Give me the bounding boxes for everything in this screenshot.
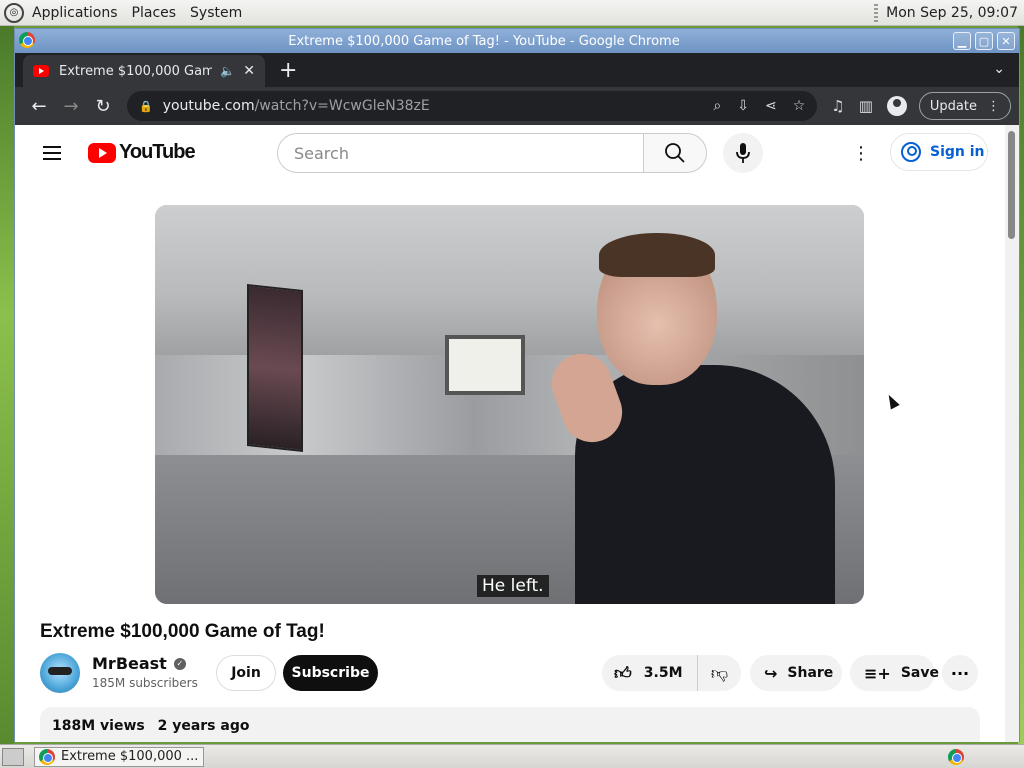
- share-page-icon[interactable]: ⋖: [765, 98, 777, 114]
- close-tab-icon[interactable]: ✕: [243, 63, 255, 79]
- speaker-icon[interactable]: 🔈: [220, 64, 235, 78]
- like-count: 3.5M: [643, 665, 683, 681]
- video-frame-person: [543, 233, 835, 604]
- minimize-icon[interactable]: ▁: [953, 32, 971, 50]
- desktop-background: [0, 26, 14, 744]
- reload-icon[interactable]: ↻: [87, 90, 119, 122]
- like-button[interactable]: 👍︎ 3.5M: [602, 655, 698, 691]
- upload-age: 2 years ago: [157, 718, 250, 734]
- thumbs-up-icon: 👍︎: [614, 663, 632, 684]
- subscriber-count: 185M subscribers: [92, 676, 198, 690]
- youtube-favicon-icon: [33, 65, 49, 77]
- video-caption: He left.: [477, 575, 549, 597]
- search-button[interactable]: [643, 133, 707, 173]
- share-label: Share: [787, 665, 834, 681]
- tray-chrome-icon[interactable]: [948, 748, 964, 765]
- microphone-icon: [736, 143, 750, 163]
- youtube-page: YouTube Search ⋮ Sign in He left. Extrem…: [15, 125, 1019, 742]
- bottom-taskbar: Extreme $100,000 ...: [0, 744, 1024, 768]
- page-scrollbar[interactable]: [1005, 125, 1019, 742]
- view-count: 188M views: [52, 718, 145, 734]
- url-host: youtube.com: [162, 98, 255, 114]
- side-panel-icon[interactable]: ▥: [859, 97, 873, 115]
- distro-logo-icon[interactable]: ◎: [4, 2, 24, 23]
- show-desktop-icon[interactable]: [2, 747, 24, 766]
- channel-avatar[interactable]: [40, 653, 80, 693]
- clock[interactable]: Mon Sep 25, 09:07: [886, 5, 1018, 21]
- tab-search-chevron-icon[interactable]: ⌄: [993, 61, 1005, 77]
- thumbs-down-icon: 👎︎: [710, 663, 729, 684]
- youtube-logo[interactable]: YouTube: [88, 141, 196, 164]
- close-window-icon[interactable]: ✕: [997, 32, 1015, 50]
- maximize-icon[interactable]: ▢: [975, 32, 993, 50]
- chrome-logo-icon: [19, 32, 35, 48]
- new-tab-icon[interactable]: +: [279, 58, 297, 83]
- browser-toolbar: ← → ↻ 🔒 youtube.com /watch?v=WcwGleN38zE…: [15, 87, 1019, 125]
- tab-youtube[interactable]: Extreme $100,000 Game of Tag! - YouTube …: [23, 55, 265, 87]
- update-label: Update: [929, 98, 977, 114]
- join-button[interactable]: Join: [216, 655, 276, 691]
- back-arrow-icon[interactable]: ←: [23, 90, 55, 122]
- channel-name: MrBeast: [92, 654, 167, 673]
- zoom-icon[interactable]: ⌕: [713, 98, 721, 114]
- profile-avatar-icon[interactable]: [886, 96, 907, 116]
- tab-title: Extreme $100,000 Game of Tag! - YouTube: [59, 63, 213, 79]
- menu-applications[interactable]: Applications: [32, 5, 118, 21]
- search-icon: [665, 143, 685, 163]
- video-frame-poster: [247, 284, 303, 452]
- scrollbar-thumb[interactable]: [1008, 131, 1015, 239]
- search-input[interactable]: Search: [277, 133, 645, 173]
- video-frame-hallway: [445, 335, 525, 395]
- youtube-logo-text: YouTube: [119, 141, 196, 163]
- url-path: /watch?v=WcwGleN38zE: [254, 98, 430, 114]
- media-control-icon[interactable]: ♫: [831, 97, 844, 115]
- taskbar-chrome-window[interactable]: Extreme $100,000 ...: [34, 746, 204, 767]
- subscribe-button[interactable]: Subscribe: [283, 655, 378, 691]
- top-panel: ◎ Applications Places System Mon Sep 25,…: [0, 0, 1024, 26]
- taskbar-window-label: Extreme $100,000 ...: [61, 749, 199, 764]
- panel-separator: [874, 3, 879, 22]
- window-titlebar[interactable]: Extreme $100,000 Game of Tag! - YouTube …: [15, 29, 1019, 53]
- youtube-header: YouTube Search ⋮ Sign in: [15, 125, 1005, 181]
- like-dislike-group: 👍︎ 3.5M 👎︎: [602, 655, 741, 691]
- verified-check-icon: ✓: [173, 657, 186, 670]
- search-placeholder: Search: [294, 143, 349, 163]
- settings-kebab-icon[interactable]: ⋮: [851, 141, 871, 165]
- install-app-icon[interactable]: ⇩: [737, 98, 749, 114]
- account-circle-icon: [901, 142, 921, 162]
- youtube-play-logo-icon: [88, 142, 116, 163]
- video-player[interactable]: He left.: [155, 205, 864, 604]
- sign-in-button[interactable]: Sign in: [890, 133, 988, 171]
- hamburger-menu-icon[interactable]: [43, 146, 61, 160]
- sign-in-label: Sign in: [930, 144, 985, 160]
- share-arrow-icon: ↪: [764, 663, 778, 683]
- browser-window: Extreme $100,000 Game of Tag! - YouTube …: [14, 28, 1020, 742]
- update-button[interactable]: Update ⋮: [918, 92, 1011, 120]
- forward-arrow-icon[interactable]: →: [55, 90, 87, 122]
- lock-icon[interactable]: 🔒: [139, 100, 153, 113]
- chrome-menu-icon[interactable]: ⋮: [987, 99, 1000, 114]
- video-title: Extreme $100,000 Game of Tag!: [40, 621, 325, 642]
- save-label: Save: [900, 665, 939, 681]
- window-title: Extreme $100,000 Game of Tag! - YouTube …: [288, 33, 680, 49]
- share-button[interactable]: ↪ Share: [750, 655, 842, 691]
- menu-places[interactable]: Places: [132, 5, 177, 21]
- save-button[interactable]: ≡+ Save: [850, 655, 939, 691]
- playlist-add-icon: ≡+: [864, 663, 891, 683]
- bookmark-star-icon[interactable]: ☆: [793, 98, 806, 114]
- voice-search-button[interactable]: [723, 133, 763, 173]
- dislike-button[interactable]: 👎︎: [698, 663, 741, 684]
- address-bar[interactable]: 🔒 youtube.com /watch?v=WcwGleN38zE ⌕ ⇩ ⋖…: [127, 91, 818, 121]
- menu-system[interactable]: System: [190, 5, 242, 21]
- channel-name-link[interactable]: MrBeast ✓: [92, 654, 186, 673]
- more-actions-icon[interactable]: ···: [942, 655, 978, 691]
- tab-strip: Extreme $100,000 Game of Tag! - YouTube …: [15, 53, 1019, 87]
- chrome-logo-icon: [39, 748, 55, 765]
- description-box[interactable]: 188M views 2 years ago: [40, 707, 980, 742]
